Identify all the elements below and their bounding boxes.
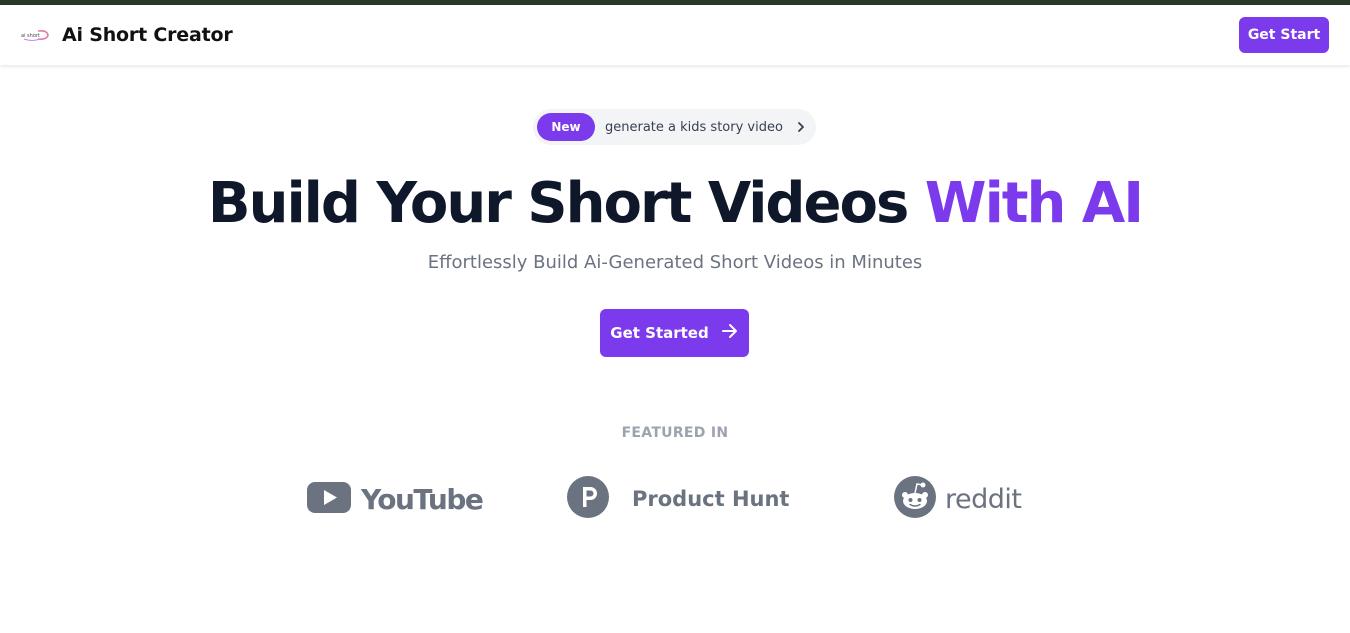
announcement-text: generate a kids story video	[605, 119, 783, 135]
featured-heading: FEATURED IN	[621, 425, 729, 441]
new-badge: New	[537, 113, 595, 141]
reddit-logo[interactable]: reddit	[893, 475, 1022, 523]
hero-title: Build Your Short Videos With AI	[0, 170, 1350, 238]
get-start-button[interactable]: Get Start	[1239, 17, 1329, 53]
brand-logo-icon: ai short	[20, 25, 50, 45]
announcement-pill[interactable]: New generate a kids story video	[533, 109, 816, 145]
product-hunt-logo[interactable]: Product Hunt	[566, 476, 789, 522]
get-started-button[interactable]: Get Started	[600, 309, 749, 357]
svg-text:ai short: ai short	[21, 33, 40, 39]
reddit-icon	[893, 475, 937, 523]
youtube-icon	[307, 481, 351, 517]
hero-title-main: Build Your Short Videos	[207, 171, 909, 236]
chevron-right-icon	[795, 121, 807, 133]
get-started-label: Get Started	[610, 324, 709, 342]
youtube-logo[interactable]: YouTube	[307, 476, 484, 522]
brand-name: Ai Short Creator	[62, 24, 233, 46]
product-hunt-label: Product Hunt	[632, 487, 790, 511]
brand[interactable]: ai short Ai Short Creator	[20, 24, 233, 46]
reddit-label: reddit	[945, 483, 1022, 515]
site-header: ai short Ai Short Creator Get Start	[0, 5, 1350, 65]
product-hunt-icon	[566, 475, 610, 523]
hero-subtitle: Effortlessly Build Ai-Generated Short Vi…	[427, 252, 923, 273]
hero-title-accent: With AI	[924, 171, 1144, 236]
arrow-right-icon	[721, 323, 739, 343]
featured-logos: YouTube Product Hunt reddit	[0, 476, 1350, 522]
youtube-label: YouTube	[361, 482, 484, 516]
